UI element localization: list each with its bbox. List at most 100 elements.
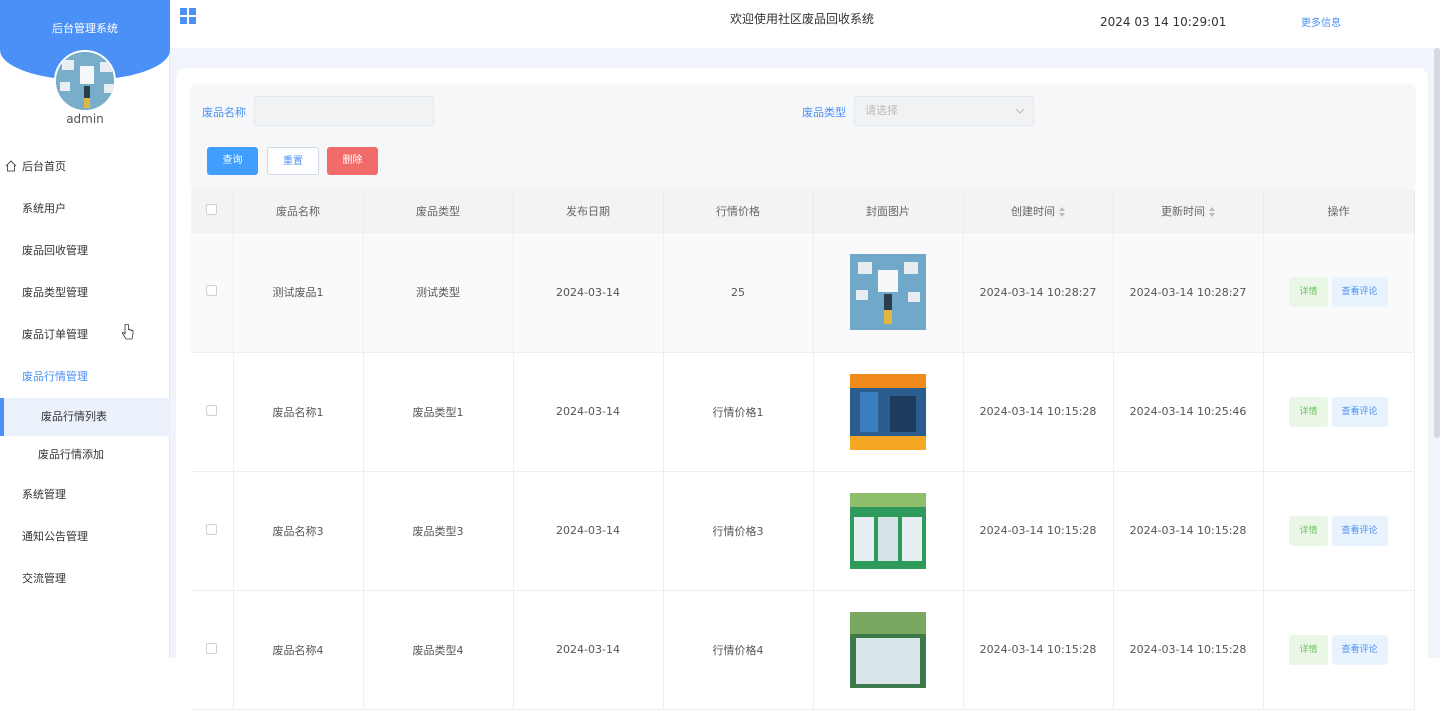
avatar[interactable] [54, 50, 116, 112]
cell-cover [813, 590, 964, 710]
page-scrollbar[interactable] [1434, 48, 1440, 438]
type-select-placeholder: 请选择 [865, 104, 898, 117]
view-comments-button[interactable]: 查看评论 [1331, 515, 1388, 546]
cell-name: 废品名称4 [233, 590, 364, 710]
sidebar-subitem-market-add[interactable]: 废品行情添加 [0, 436, 170, 474]
cell-type: 测试类型 [363, 233, 514, 353]
col-header-cover: 封面图片 [813, 189, 964, 233]
cell-price: 行情价格3 [663, 471, 814, 591]
row-select-cell[interactable] [191, 352, 234, 472]
cell-updated: 2024-03-14 10:15:28 [1113, 590, 1264, 710]
cell-cover [813, 233, 964, 353]
cover-image[interactable] [850, 373, 926, 450]
cell-created: 2024-03-14 10:28:27 [963, 233, 1114, 353]
table-header-row: 废品名称 废品类型 发布日期 行情价格 封面图片 创建时间 更新时间 操作 [191, 189, 1415, 233]
detail-button[interactable]: 详情 [1289, 515, 1328, 546]
cell-actions: 详情 查看评论 [1263, 352, 1415, 472]
col-header-updated[interactable]: 更新时间 [1113, 189, 1264, 233]
col-header-actions: 操作 [1263, 189, 1415, 233]
name-label: 废品名称 [202, 106, 246, 119]
row-select-cell[interactable] [191, 471, 234, 591]
name-input[interactable] [254, 96, 434, 126]
more-info-link[interactable]: 更多信息 [1301, 14, 1341, 29]
cell-cover [813, 471, 964, 591]
sidebar-item-users[interactable]: 系统用户 [0, 188, 170, 230]
row-checkbox[interactable] [206, 642, 218, 654]
col-header-type: 废品类型 [363, 189, 514, 233]
cell-date: 2024-03-14 [513, 233, 664, 353]
cover-image[interactable] [850, 611, 926, 688]
col-header-created[interactable]: 创建时间 [963, 189, 1114, 233]
cell-type: 废品类型3 [363, 471, 514, 591]
sidebar-item-market[interactable]: 废品行情管理 [0, 356, 170, 398]
cover-image[interactable] [850, 492, 926, 569]
delete-button[interactable]: 删除 [327, 147, 378, 175]
sidebar-item-label: 废品类型管理 [22, 286, 88, 299]
home-icon [5, 160, 17, 172]
cell-price: 行情价格1 [663, 352, 814, 472]
cell-type: 废品类型1 [363, 352, 514, 472]
reset-button[interactable]: 重置 [267, 147, 319, 175]
sidebar-item-label: 交流管理 [22, 572, 66, 585]
sidebar-item-forum[interactable]: 交流管理 [0, 558, 170, 600]
table-row: 测试废品1 测试类型 2024-03-14 25 2024-03-14 10:2… [191, 233, 1415, 353]
sidebar-subitem-market-list[interactable]: 废品行情列表 [0, 398, 170, 436]
table-row: 废品名称1 废品类型1 2024-03-14 行情价格1 2024-03-14 … [191, 352, 1415, 472]
select-all-checkbox[interactable] [206, 204, 218, 215]
col-header-created-label: 创建时间 [1011, 205, 1055, 218]
cell-updated: 2024-03-14 10:25:46 [1113, 352, 1264, 472]
cell-cover [813, 352, 964, 472]
cell-date: 2024-03-14 [513, 590, 664, 710]
system-title: 后台管理系统 [52, 22, 118, 35]
type-label: 废品类型 [802, 106, 846, 119]
cover-image[interactable] [850, 254, 926, 331]
cell-name: 废品名称1 [233, 352, 364, 472]
cell-updated: 2024-03-14 10:15:28 [1113, 471, 1264, 591]
detail-button[interactable]: 详情 [1289, 277, 1328, 308]
welcome-title: 欢迎使用社区废品回收系统 [730, 12, 875, 26]
sidebar-item-label: 系统管理 [22, 488, 66, 501]
row-checkbox[interactable] [206, 404, 218, 416]
sidebar-item-label: 系统用户 [22, 202, 66, 215]
sidebar-item-types[interactable]: 废品类型管理 [0, 272, 170, 314]
table-row: 废品名称3 废品类型3 2024-03-14 行情价格3 2024-03-14 … [191, 471, 1415, 591]
cell-actions: 详情 查看评论 [1263, 471, 1415, 591]
sidebar-item-label: 废品行情列表 [41, 410, 107, 423]
sort-icon[interactable] [1059, 207, 1065, 217]
select-all-cell[interactable] [191, 189, 234, 233]
type-select[interactable]: 请选择 [854, 96, 1034, 126]
query-button[interactable]: 查询 [207, 147, 258, 175]
row-checkbox[interactable] [206, 285, 218, 297]
row-checkbox[interactable] [206, 523, 218, 535]
cell-updated: 2024-03-14 10:28:27 [1113, 233, 1264, 353]
sidebar-item-label: 后台首页 [22, 160, 66, 173]
col-header-date: 发布日期 [513, 189, 664, 233]
view-comments-button[interactable]: 查看评论 [1331, 396, 1388, 427]
col-header-updated-label: 更新时间 [1161, 205, 1205, 218]
username: admin [66, 112, 104, 126]
top-bar: 欢迎使用社区废品回收系统 2024 03 14 10:29:01 更多信息 [170, 0, 1440, 48]
sidebar-item-home[interactable]: 后台首页 [0, 146, 170, 188]
sidebar-item-recycle[interactable]: 废品回收管理 [0, 230, 170, 272]
sort-icon[interactable] [1209, 207, 1215, 217]
col-header-name: 废品名称 [233, 189, 364, 233]
row-select-cell[interactable] [191, 590, 234, 710]
cell-actions: 详情 查看评论 [1263, 590, 1415, 710]
market-table: 废品名称 废品类型 发布日期 行情价格 封面图片 创建时间 更新时间 操作 测试… [191, 189, 1415, 710]
view-comments-button[interactable]: 查看评论 [1331, 634, 1388, 665]
row-select-cell[interactable] [191, 233, 234, 353]
cell-created: 2024-03-14 10:15:28 [963, 471, 1114, 591]
sidebar-item-label: 废品回收管理 [22, 244, 88, 257]
view-comments-button[interactable]: 查看评论 [1331, 277, 1388, 308]
detail-button[interactable]: 详情 [1289, 634, 1328, 665]
sidebar-item-system[interactable]: 系统管理 [0, 474, 170, 516]
grid-menu-icon[interactable] [180, 8, 196, 24]
sidebar: 后台管理系统 admin 后台首页 系统用户 废品回收管理 废品类型管理 废品订… [0, 0, 170, 658]
current-datetime: 2024 03 14 10:29:01 [1100, 15, 1227, 29]
sidebar-item-label: 废品行情添加 [38, 448, 104, 461]
sidebar-menu: 后台首页 系统用户 废品回收管理 废品类型管理 废品订单管理 废品行情管理 废品… [0, 146, 170, 600]
sidebar-item-orders[interactable]: 废品订单管理 [0, 314, 170, 356]
cell-actions: 详情 查看评论 [1263, 233, 1415, 353]
detail-button[interactable]: 详情 [1289, 396, 1328, 427]
sidebar-item-notices[interactable]: 通知公告管理 [0, 516, 170, 558]
